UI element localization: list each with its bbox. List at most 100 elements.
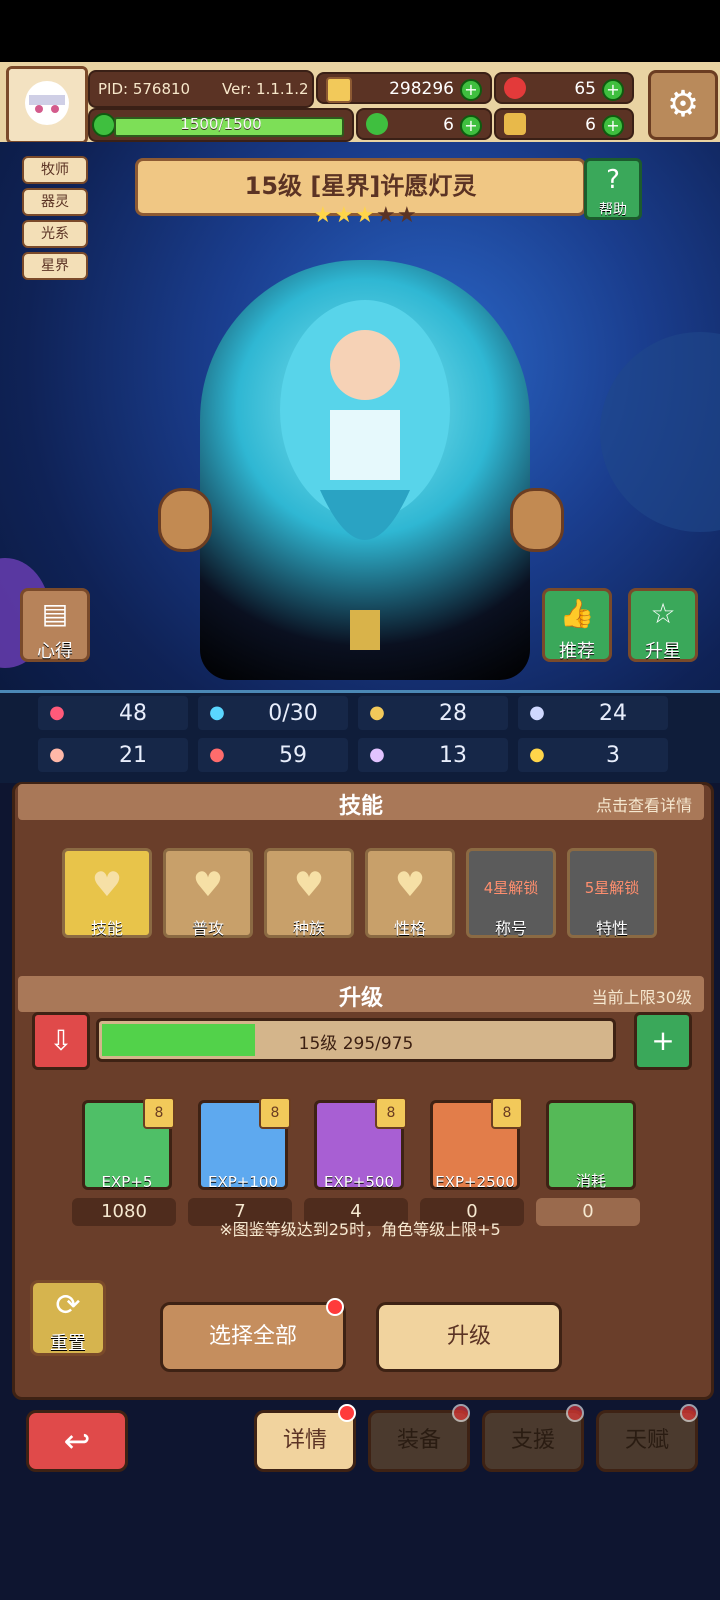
select-all-button[interactable]: 选择全部 — [160, 1302, 346, 1372]
stat-value: 3 — [606, 743, 620, 768]
star-empty-icon: ★ — [397, 203, 417, 228]
help-label: 帮助 — [599, 202, 627, 218]
player-id: PID: 576810 — [98, 80, 191, 98]
reset-icon: ⟳ — [55, 1288, 81, 1323]
stat-value: 24 — [599, 701, 627, 726]
star-filled-icon: ★ — [334, 203, 354, 228]
stat-value: 59 — [279, 743, 307, 768]
stat-item: ● 48 — [38, 696, 188, 730]
heart-icon: ♥ — [293, 865, 325, 905]
clover-value: 6 — [443, 115, 454, 135]
item-badge: 8 — [375, 1097, 407, 1129]
red-gem-icon — [504, 77, 526, 99]
boot-icon: ● — [369, 744, 385, 765]
exp-item[interactable]: 消耗 — [546, 1100, 636, 1190]
hp-bar-panel: 1500/1500 — [88, 108, 354, 142]
stat-value: 13 — [439, 743, 467, 768]
wing-icon: ● — [529, 702, 545, 723]
item-exp-label: EXP+5 — [101, 1173, 153, 1191]
clover-resource-icon — [366, 113, 388, 135]
horseshoe-icon: ● — [529, 744, 545, 765]
skill-label: 称号 — [494, 919, 527, 938]
tab-notification-dot — [338, 1404, 356, 1422]
skill-slot[interactable]: ♥ 普攻 — [163, 848, 253, 938]
hero-portrait — [200, 260, 530, 680]
reset-label: 重置 — [50, 1333, 86, 1354]
question-icon: ? — [606, 165, 620, 195]
stat-item: ● 0/30 — [198, 696, 348, 730]
skill-label: 性格 — [393, 919, 426, 938]
item-exp-label: 消耗 — [575, 1172, 606, 1190]
skill-slot[interactable]: 4星解锁称号 — [466, 848, 556, 938]
help-button[interactable]: ? 帮助 — [584, 158, 642, 220]
arm-icon — [504, 113, 526, 135]
settings-gear-icon[interactable]: ⚙ — [648, 70, 718, 140]
stat-item: ● 24 — [518, 696, 668, 730]
select-all-notification-dot — [326, 1298, 344, 1316]
item-badge: 8 — [143, 1097, 175, 1129]
player-avatar[interactable] — [6, 66, 88, 144]
stat-item: ● 13 — [358, 738, 508, 772]
right-gem-slot[interactable] — [510, 488, 564, 552]
upgrade-button[interactable]: 升级 — [376, 1302, 562, 1372]
add-clover-button[interactable]: + — [460, 115, 482, 137]
book-icon: ● — [209, 744, 225, 765]
tab-notification-dot — [452, 1404, 470, 1422]
star-icon: ☆ — [650, 597, 676, 630]
skill-slot[interactable]: ♥ 种族 — [264, 848, 354, 938]
upgrade-note: ※图鉴等级达到25时，角色等级上限+5 — [219, 1220, 501, 1239]
tag-type: 器灵 — [22, 188, 88, 216]
hp-text: 1500/1500 — [180, 115, 262, 133]
scroll-icon: ▤ — [41, 597, 69, 630]
skills-header: 技能 点击查看详情 — [18, 784, 704, 820]
version-text: Ver: 1.1.1.2 — [222, 80, 309, 98]
level-up-plus-button[interactable]: + — [634, 1012, 692, 1070]
skill-slot[interactable]: ♥ 技能 — [62, 848, 152, 938]
skill-label: 技能 — [90, 919, 123, 938]
stat-value: 21 — [119, 743, 147, 768]
skill-lock-text: 4星解锁 — [483, 879, 539, 897]
status-bar — [0, 0, 720, 62]
player-info-panel: PID: 576810 Ver: 1.1.1.2 — [88, 70, 314, 108]
arm-value: 6 — [585, 115, 596, 135]
skill-lock-text: 5星解锁 — [584, 879, 640, 897]
stat-value: 28 — [439, 701, 467, 726]
item-exp-label: EXP+2500 — [435, 1173, 515, 1191]
gold-counter: 298296 + — [316, 72, 492, 104]
left-gem-slot[interactable] — [158, 488, 212, 552]
exp-item[interactable]: 8 EXP+2500 — [430, 1097, 523, 1191]
exp-item[interactable]: 8 EXP+100 — [198, 1097, 291, 1191]
insights-button[interactable]: ▤ 心得 — [20, 588, 90, 662]
skills-hint: 点击查看详情 — [595, 796, 692, 815]
tab-notification-dot — [680, 1404, 698, 1422]
add-gem-button[interactable]: + — [602, 79, 624, 101]
star-empty-icon: ★ — [376, 203, 396, 228]
tab-notification-dot — [566, 1404, 584, 1422]
tag-realm: 星界 — [22, 252, 88, 280]
skill-slot[interactable]: ♥ 性格 — [365, 848, 455, 938]
stat-item: ● 3 — [518, 738, 668, 772]
insights-label: 心得 — [37, 641, 73, 662]
reset-button[interactable]: ⟳ 重置 — [30, 1280, 106, 1356]
recommend-button[interactable]: 👍 推荐 — [542, 588, 612, 662]
skill-label: 种族 — [292, 919, 325, 938]
add-gold-button[interactable]: + — [460, 79, 482, 101]
exp-item[interactable]: 8 EXP+5 — [82, 1097, 175, 1191]
back-button[interactable]: ↩ — [26, 1410, 128, 1472]
drop-icon: ● — [209, 702, 225, 723]
star-filled-icon: ★ — [313, 203, 333, 228]
shield-icon: ● — [369, 702, 385, 723]
add-arm-button[interactable]: + — [602, 115, 624, 137]
stat-value: 48 — [119, 701, 147, 726]
heart-icon: ● — [49, 702, 65, 723]
upgrade-header: 升级 当前上限30级 — [18, 976, 704, 1012]
stat-value: 0/30 — [268, 701, 318, 726]
gem-value: 65 — [574, 79, 596, 99]
gold-coin-icon — [326, 77, 352, 103]
blue-planet — [600, 332, 720, 532]
exp-item[interactable]: 8 EXP+500 — [314, 1097, 407, 1191]
skill-slot[interactable]: 5星解锁 特性 — [567, 848, 657, 938]
fist-icon: ● — [49, 744, 65, 765]
level-down-button[interactable]: ⇩ — [32, 1012, 90, 1070]
star-up-button[interactable]: ☆ 升星 — [628, 588, 698, 662]
